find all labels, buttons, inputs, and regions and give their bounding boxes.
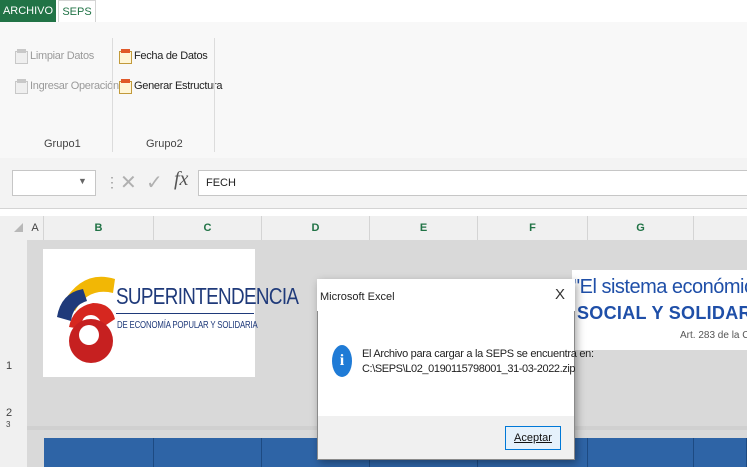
limpiar-datos-label: Limpiar Datos (30, 50, 94, 62)
row-header-bar (0, 240, 28, 467)
logo-divider (116, 313, 254, 314)
dialog-title: Microsoft Excel (320, 291, 395, 303)
group1-label: Grupo1 (44, 138, 81, 150)
fecha-de-datos-label: Fecha de Datos (134, 50, 208, 62)
sheet-icon (14, 49, 28, 64)
logo-subtitle: DE ECONOMÍA POPULAR Y SOLIDARIA (117, 320, 258, 331)
aceptar-button[interactable]: Aceptar (505, 426, 561, 450)
tab-archivo-label: ARCHIVO (2, 5, 54, 17)
tab-archivo[interactable]: ARCHIVO (0, 0, 56, 22)
seps-emblem-icon (57, 276, 115, 363)
column-header-a[interactable]: A (27, 216, 44, 240)
chevron-down-icon[interactable]: ▼ (78, 176, 87, 186)
header-cell-c3[interactable] (154, 438, 262, 467)
function-icon[interactable]: fx (174, 168, 188, 191)
tab-seps-label: SEPS (62, 6, 92, 18)
check-icon[interactable]: ✓ (146, 170, 163, 195)
slogan-line-1: "El sistema económic (573, 276, 747, 298)
formula-input[interactable]: FECH (198, 170, 747, 196)
generar-estructura-button[interactable]: Generar Estructura (118, 79, 223, 94)
generar-estructura-label: Generar Estructura (134, 80, 223, 92)
slogan-line-3: Art. 283 de la Co (680, 330, 747, 341)
vertical-dots-icon: ⋮ (105, 174, 119, 190)
group2-label: Grupo2 (146, 138, 183, 150)
cancel-icon[interactable]: ✕ (120, 170, 137, 195)
group-separator (214, 38, 215, 152)
header-cell-g3[interactable] (588, 438, 694, 467)
column-header-c[interactable]: C (154, 216, 262, 240)
sheet-icon (118, 49, 132, 64)
dialog-message-line-1: El Archivo para cargar a la SEPS se encu… (362, 348, 594, 360)
row-header-3[interactable]: 3 (0, 420, 27, 429)
ribbon-tab-bar (0, 0, 747, 23)
limpiar-datos-button[interactable]: Limpiar Datos (14, 49, 94, 64)
header-cell-h3[interactable] (694, 438, 747, 467)
group-separator (112, 38, 113, 152)
column-header-g[interactable]: G (588, 216, 694, 240)
ingresar-operacion-label: Ingresar Operación (30, 80, 119, 92)
column-header-e[interactable]: E (370, 216, 478, 240)
tab-seps[interactable]: SEPS (58, 0, 96, 23)
row-header-2[interactable]: 2 (0, 407, 27, 419)
dialog-message-line-2: C:\SEPS\L02_0190115798001_31-03-2022.zip (362, 363, 576, 375)
column-header-f[interactable]: F (478, 216, 588, 240)
fecha-de-datos-button[interactable]: Fecha de Datos (118, 49, 208, 64)
header-cell-b3[interactable] (44, 438, 154, 467)
ingresar-operacion-button[interactable]: Ingresar Operación (14, 79, 119, 94)
sheet-icon (118, 79, 132, 94)
slogan-line-2: SOCIAL Y SOLIDARI (577, 303, 747, 323)
select-all-corner[interactable] (14, 223, 23, 232)
close-icon[interactable]: X (555, 286, 565, 303)
info-icon: i (332, 345, 352, 377)
row-header-1[interactable]: 1 (0, 360, 27, 372)
column-header-d[interactable]: D (262, 216, 370, 240)
sheet-icon (14, 79, 28, 94)
logo-title: SUPERINTENDENCIA (116, 283, 299, 309)
column-header-b[interactable]: B (44, 216, 154, 240)
